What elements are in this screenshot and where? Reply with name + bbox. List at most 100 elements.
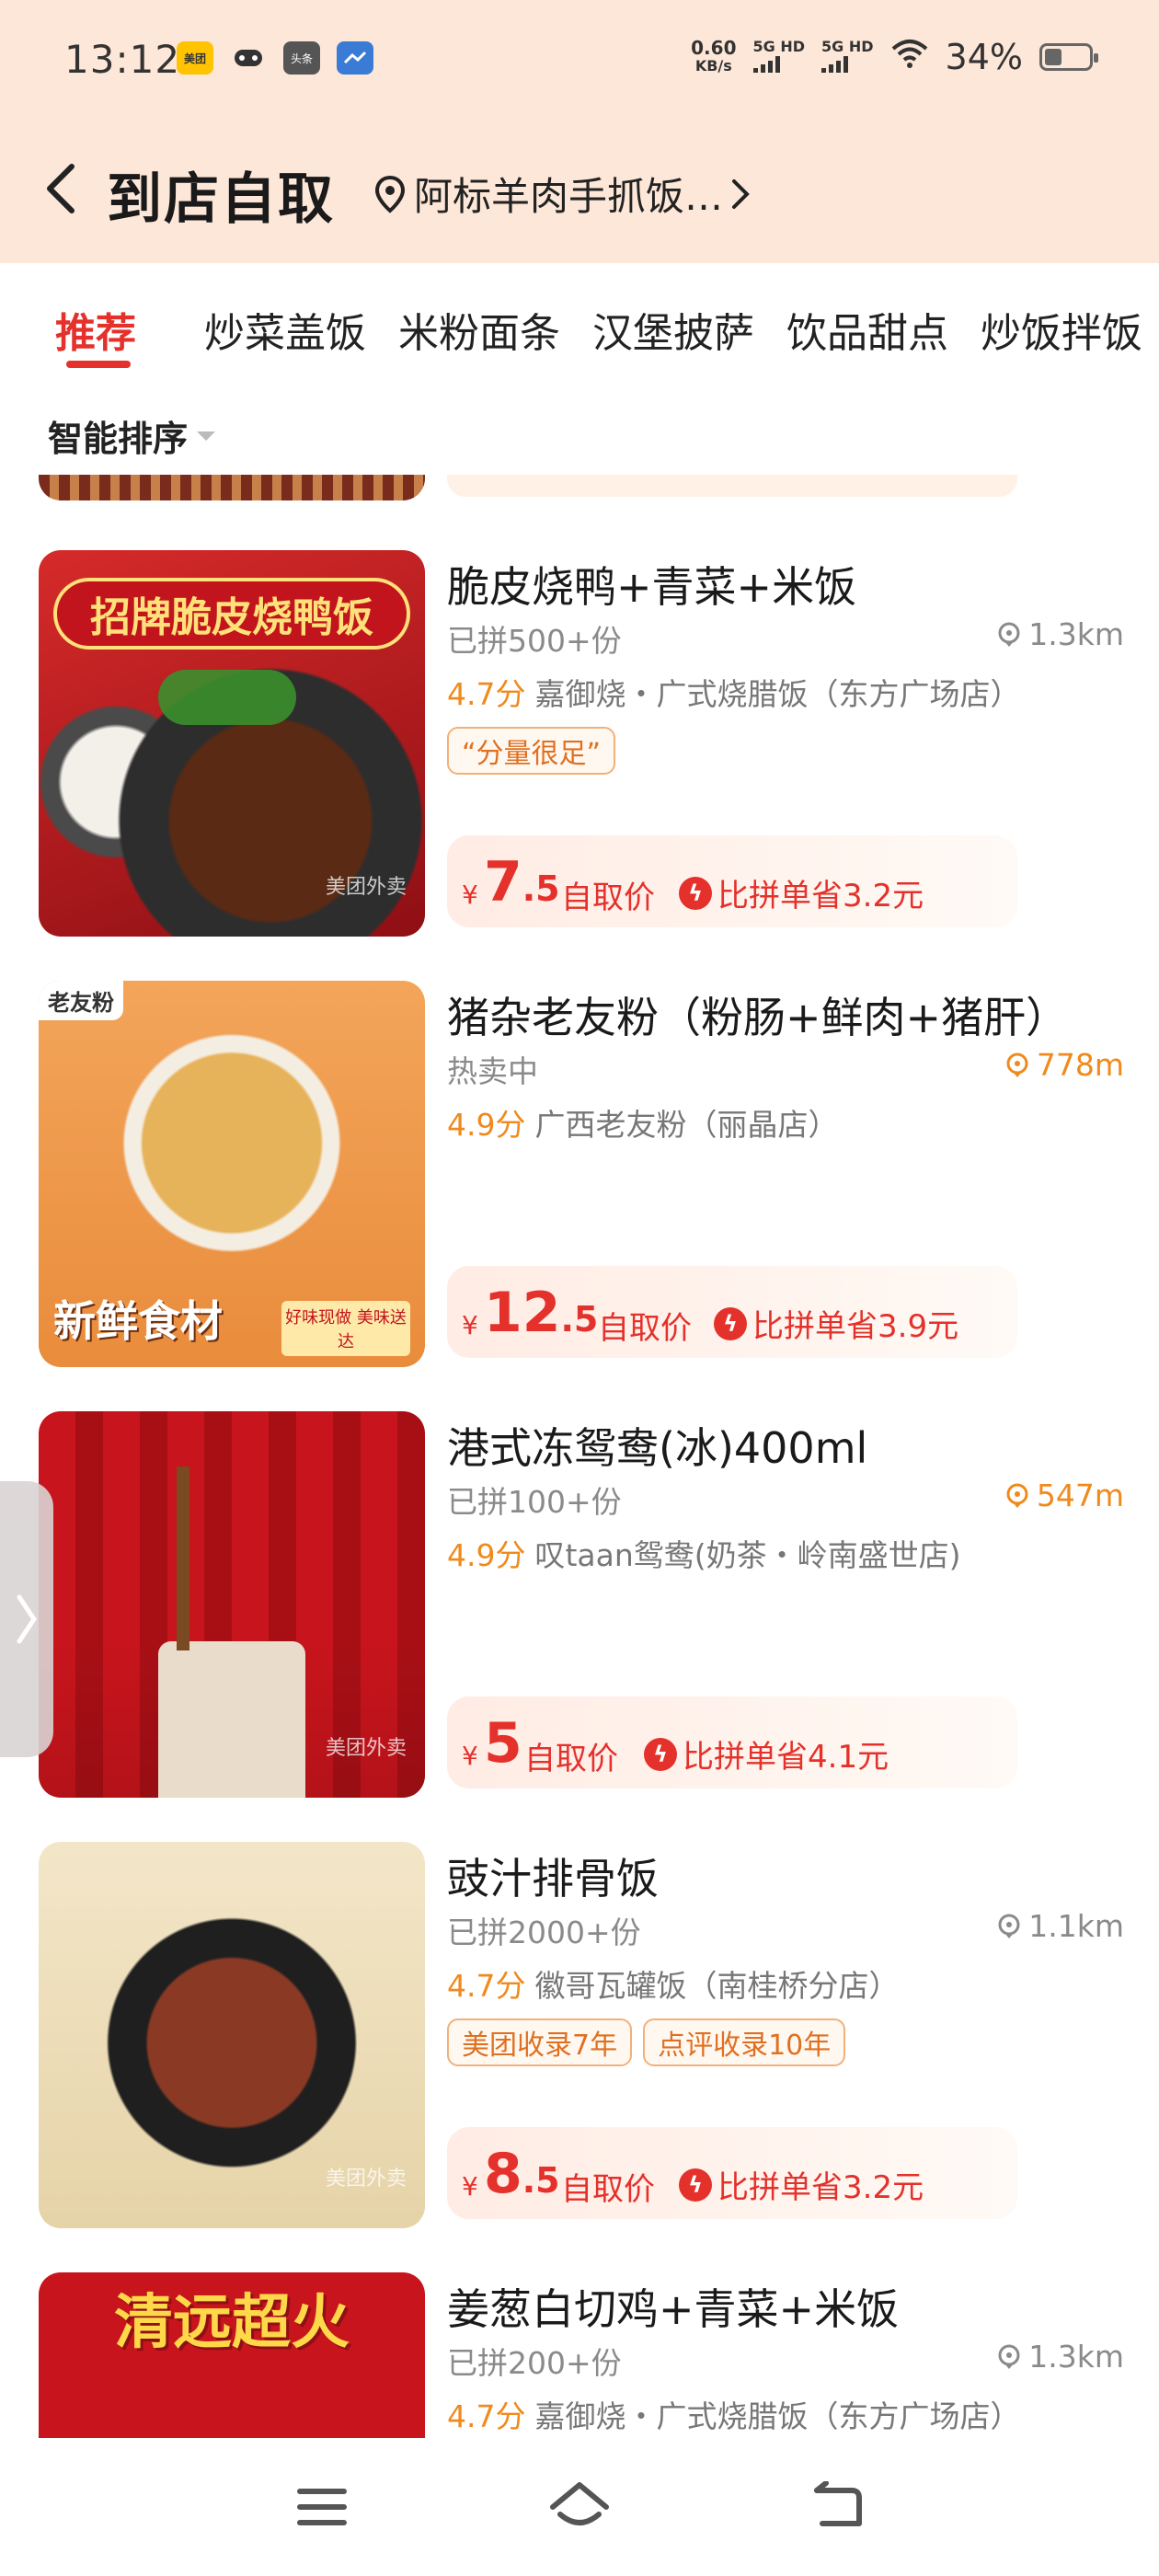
location-pin-icon	[1006, 1052, 1028, 1077]
nav-bar: 到店自取 阿标羊肉手抓饭…	[0, 138, 1159, 239]
product-image[interactable]: 老友粉 新鲜食材 好味现做 美味送达	[39, 981, 425, 1367]
list-item[interactable]: 美团外卖 豉汁排骨饭 已拼2000+份 1.1km 4.7分 徽哥瓦罐饭（南桂桥分…	[0, 1842, 1159, 2228]
lightning-icon: ϟ	[679, 876, 712, 910]
home-button[interactable]	[538, 2475, 621, 2539]
item-distance: 1.1km	[995, 1908, 1124, 1944]
side-panel-handle[interactable]	[0, 1481, 53, 1757]
watermark: 美团外卖	[325, 2168, 407, 2191]
system-nav-bar	[0, 2438, 1159, 2576]
brand-label: 老友粉	[39, 981, 123, 1020]
tab-stir-fry-rice[interactable]: 炒菜盖饭	[204, 300, 366, 359]
item-shop: 4.9分 广西老友粉（丽晶店）	[447, 1107, 839, 1143]
thumb-title: 招牌脆皮烧鸭饭	[53, 578, 410, 650]
item-sold: 已拼200+份	[447, 2345, 622, 2381]
item-name: 姜葱白切鸡+青菜+米饭	[447, 2284, 900, 2334]
item-badges: “分量很足”	[447, 727, 616, 775]
pour-shape	[177, 1466, 189, 1650]
tab-burger-pizza[interactable]: 汉堡披萨	[592, 300, 754, 359]
item-score: 4.7分	[447, 2398, 526, 2434]
lightning-icon: ϟ	[644, 1737, 677, 1771]
previous-item-image	[39, 475, 425, 500]
home-icon	[550, 2482, 609, 2525]
item-badge: “分量很足”	[447, 727, 616, 775]
toutiao-icon: 头条	[283, 41, 320, 75]
price-box[interactable]: ¥ 5 自取价 ϟ 比拼单省4.1元	[447, 1696, 1017, 1788]
header-area: 13:12 美团 头条 0.60 KB/s 5G HD 5G HD 34% 到店…	[0, 0, 1159, 263]
list-item[interactable]: 清远超火 姜葱白切鸡+青菜+米饭 已拼200+份 1.3km 4.7分 嘉御烧・广…	[0, 2272, 1159, 2438]
item-score: 4.7分	[447, 676, 526, 712]
tab-recommend[interactable]: 推荐	[55, 300, 136, 359]
item-sold: 已拼2000+份	[447, 1915, 641, 1950]
currency-symbol: ¥	[462, 1310, 478, 1340]
list-item[interactable]: 招牌脆皮烧鸭饭 美团外卖 脆皮烧鸭+青菜+米饭 已拼500+份 1.3km 4.…	[0, 550, 1159, 937]
item-price: 7.5	[484, 850, 560, 914]
price-box[interactable]: ¥ 7.5 自取价 ϟ 比拼单省3.2元	[447, 835, 1017, 927]
list-item[interactable]: 美团外卖 港式冻鸳鸯(冰)400ml 已拼100+份 547m 4.9分 叹taa…	[0, 1411, 1159, 1798]
price-box[interactable]: ¥ 8.5 自取价 ϟ 比拼单省3.2元	[447, 2127, 1017, 2219]
price-label: 自取价	[561, 2171, 655, 2208]
item-sold: 已拼500+份	[447, 623, 622, 659]
battery-icon	[1039, 43, 1098, 71]
status-bar: 13:12 美团 头条 0.60 KB/s 5G HD 5G HD 34%	[0, 0, 1159, 129]
item-badges: 美团收录7年 点评收录10年	[447, 2018, 846, 2066]
signal-icon: 5G HD	[752, 39, 805, 75]
item-distance: 1.3km	[995, 2339, 1124, 2375]
back-button[interactable]	[33, 156, 88, 221]
item-price: 8.5	[484, 2142, 560, 2206]
page-title: 到店自取	[107, 167, 335, 232]
save-info: ϟ 比拼单省3.9元	[714, 1301, 958, 1346]
store-selector[interactable]: 阿标羊肉手抓饭…	[373, 166, 751, 222]
thumb-title: 清远超火	[114, 2289, 350, 2357]
net-speed: 0.60 KB/s	[691, 37, 737, 75]
tab-drinks-desserts[interactable]: 饮品甜点	[786, 300, 948, 359]
location-pin-icon	[998, 622, 1020, 647]
thumb-seal: 好味现做 美味送达	[281, 1301, 410, 1356]
item-badge: 点评收录10年	[643, 2018, 846, 2066]
location-pin-icon	[1006, 1483, 1028, 1508]
location-pin-icon	[998, 2344, 1020, 2369]
watermark: 美团外卖	[325, 876, 407, 899]
list-item[interactable]: 老友粉 新鲜食材 好味现做 美味送达 猪杂老友粉（粉肠+鲜肉+猪肝） 热卖中 7…	[0, 981, 1159, 1367]
wifi-icon	[890, 38, 929, 77]
item-score: 4.9分	[447, 1107, 526, 1143]
tab-rice-noodles[interactable]: 米粉面条	[398, 300, 560, 359]
greens-shape	[158, 670, 296, 725]
back-icon	[814, 2481, 862, 2526]
item-name: 脆皮烧鸭+青菜+米饭	[447, 562, 857, 612]
menu-icon	[297, 2489, 347, 2525]
item-shop: 4.9分 叹taan鸳鸯(奶茶・岭南盛世店)	[447, 1537, 961, 1573]
chevron-right-icon	[732, 178, 750, 209]
price-label: 自取价	[524, 1741, 618, 1777]
currency-symbol: ¥	[462, 2171, 478, 2202]
sort-dropdown[interactable]: 智能排序	[48, 410, 216, 461]
menu-button[interactable]	[281, 2475, 363, 2539]
item-price: 5	[484, 1711, 522, 1776]
product-image[interactable]: 美团外卖	[39, 1842, 425, 2228]
sort-label: 智能排序	[48, 419, 189, 459]
chevron-left-icon	[47, 164, 75, 213]
tab-fried-rice[interactable]: 炒饭拌饭	[981, 300, 1142, 359]
item-sold: 已拼100+份	[447, 1484, 622, 1520]
product-image[interactable]: 美团外卖	[39, 1411, 425, 1798]
back-nav-button[interactable]	[796, 2475, 878, 2539]
status-app-icons: 美团 头条	[177, 41, 373, 75]
item-info: 豉汁排骨饭 已拼2000+份 1.1km 4.7分 徽哥瓦罐饭（南桂桥分店） 美团…	[447, 1842, 1128, 2228]
item-info: 猪杂老友粉（粉肠+鲜肉+猪肝） 热卖中 778m 4.9分 广西老友粉（丽晶店） …	[447, 981, 1128, 1367]
status-indicators: 0.60 KB/s 5G HD 5G HD 34%	[691, 37, 1098, 77]
product-image[interactable]: 招牌脆皮烧鸭饭 美团外卖	[39, 550, 425, 937]
item-shop: 4.7分 嘉御烧・广式烧腊饭（东方广场店）	[447, 2398, 1021, 2434]
item-info: 脆皮烧鸭+青菜+米饭 已拼500+份 1.3km 4.7分 嘉御烧・广式烧腊饭（东…	[447, 550, 1128, 937]
product-image[interactable]: 清远超火	[39, 2272, 425, 2438]
price-box[interactable]: ¥ 12.5 自取价 ϟ 比拼单省3.9元	[447, 1266, 1017, 1358]
save-info: ϟ 比拼单省3.2元	[679, 2162, 924, 2207]
item-name: 豉汁排骨饭	[447, 1854, 659, 1903]
caret-down-icon	[197, 431, 216, 441]
meituan-icon: 美团	[177, 41, 213, 75]
previous-item-price-box	[447, 475, 1017, 497]
signal-icon: 5G HD	[821, 39, 874, 75]
chevron-right-icon	[17, 1594, 38, 1644]
store-name: 阿标羊肉手抓饭…	[414, 174, 724, 219]
location-pin-icon	[998, 1914, 1020, 1938]
item-score: 4.9分	[447, 1537, 526, 1573]
price-label: 自取价	[598, 1310, 692, 1347]
